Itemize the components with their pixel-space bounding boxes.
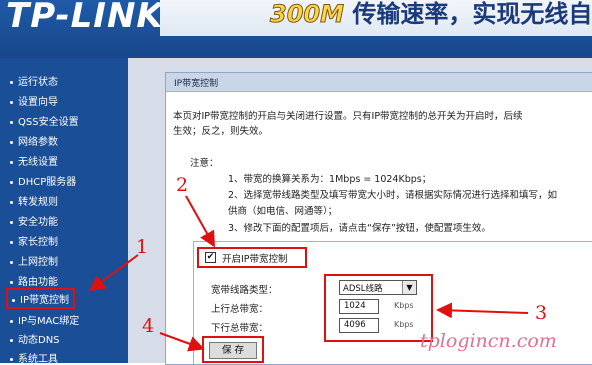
callout-number-3: 3 bbox=[535, 302, 548, 324]
arrow-2 bbox=[185, 195, 215, 248]
arrow-4 bbox=[159, 332, 205, 352]
arrow-3 bbox=[436, 302, 529, 319]
callout-number-4: 4 bbox=[142, 315, 155, 337]
arrow-1 bbox=[88, 254, 139, 292]
watermark-text: tplogincn.com bbox=[420, 330, 557, 352]
callout-number-2: 2 bbox=[176, 174, 189, 196]
annotation-arrows bbox=[88, 195, 529, 352]
callout-number-1: 1 bbox=[136, 236, 149, 258]
